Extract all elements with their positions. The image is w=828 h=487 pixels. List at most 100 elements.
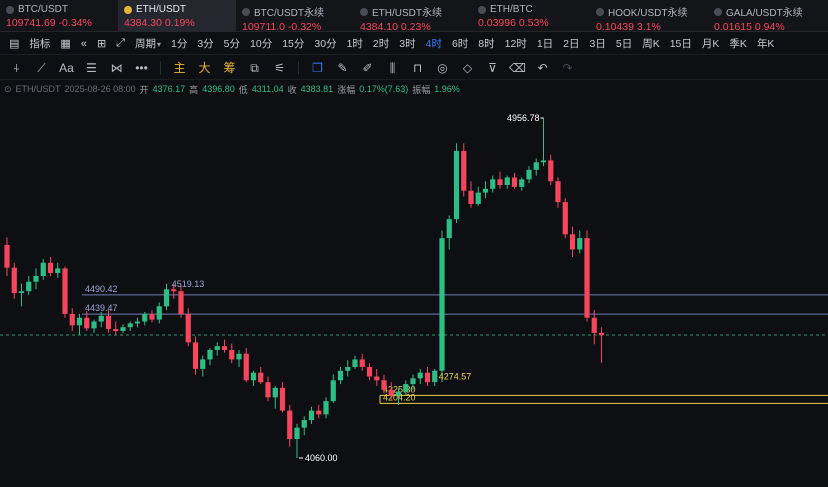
pencil-icon[interactable]: ✎ [330, 58, 355, 78]
compare-icon[interactable]: ⧉ [242, 58, 267, 78]
drawing-toolbar: ⍭ ⟋ Aa ☰ ⋈ ••• 主 大 筹 ⧉ ⚟ ❐ ✎ ✐ ⫼ ⊓ ◎ ◇ ⊽… [0, 56, 828, 80]
text-tool-icon[interactable]: Aa [54, 58, 79, 78]
fib-icon[interactable]: ☰ [79, 58, 104, 78]
interval-1[interactable]: 3分 [192, 35, 218, 53]
interval-12[interactable]: 12时 [500, 35, 532, 53]
amplitude-label: 振幅 [412, 84, 431, 95]
trash-icon[interactable]: ⌫ [505, 58, 530, 78]
interval-6[interactable]: 1时 [342, 35, 368, 53]
chip-distribution-button[interactable]: 筹 [217, 58, 242, 78]
interval-9[interactable]: 4时 [421, 35, 447, 53]
close-value: 4383.81 [300, 84, 334, 94]
interval-19[interactable]: 月K [697, 35, 725, 53]
copy-icon[interactable]: ❐ [305, 58, 330, 78]
main-indicator-button[interactable]: 主 [167, 58, 192, 78]
filter-icon[interactable]: ⊽ [480, 58, 505, 78]
pattern-icon[interactable]: ⋈ [104, 58, 129, 78]
candle-body [323, 401, 329, 415]
ticker-tab[interactable]: ETH/BTC 0.03996 0.53% [472, 0, 590, 32]
ticker-tab[interactable]: ETH/USDT永续 4384.10 0.23% [354, 0, 472, 33]
redo-icon[interactable]: ↷ [555, 58, 580, 78]
candle-body [301, 420, 307, 428]
ticker-change: -0.34% [58, 17, 92, 29]
interval-21[interactable]: 年K [752, 35, 780, 53]
candle-body [113, 329, 119, 331]
favorite-icon[interactable] [714, 7, 722, 16]
interval-14[interactable]: 2日 [558, 35, 584, 53]
low-value: 4311.04 [251, 84, 284, 94]
candle-body [548, 160, 554, 182]
favorite-icon[interactable] [6, 5, 14, 14]
candlestick-chart[interactable]: 4490.424439.474225.304204.204956.784519.… [0, 98, 828, 487]
interval-20[interactable]: 季K [724, 35, 752, 53]
ticker-quote: 109711.0 -0.32% [242, 21, 354, 33]
more-icon[interactable]: ••• [129, 58, 154, 78]
interval-list: 1分 3分 5分 10分 15分 30分 1时 2时 3时 4时 6时 8时 12时 1日 2日 3日 5日 周K… [166, 35, 779, 53]
ticker-quote: 4384.10 0.23% [360, 21, 472, 33]
interval-15[interactable]: 3日 [585, 35, 611, 53]
candle-body [337, 370, 344, 381]
interval-17[interactable]: 周K [637, 35, 665, 53]
eraser-icon[interactable]: ◇ [455, 58, 480, 78]
brush-icon[interactable]: ✐ [355, 58, 380, 78]
favorite-icon[interactable] [124, 5, 132, 14]
calendar-icon[interactable]: ▦ [55, 37, 75, 50]
candle-body [424, 372, 431, 383]
fullscreen-icon[interactable]: ⤢ [111, 37, 130, 50]
period-dropdown[interactable]: 周期▾ [130, 35, 166, 53]
change-label: 涨幅 [337, 84, 356, 95]
favorite-icon[interactable] [242, 7, 250, 16]
undo-icon[interactable]: ↶ [530, 58, 555, 78]
collapse-left-icon[interactable]: « [76, 38, 92, 50]
visibility-icon[interactable]: ⊙ [4, 84, 12, 95]
toolbar-divider [298, 60, 299, 75]
ticker-name: BTC/USDT永续 [242, 4, 354, 19]
ticker-tab[interactable]: HOOK/USDT永续 0.10439 3.1% [590, 0, 708, 33]
candle-style-icon[interactable]: ⫼ [380, 58, 405, 78]
interval-4[interactable]: 15分 [277, 35, 309, 53]
candle-body [18, 291, 25, 294]
interval-16[interactable]: 5日 [611, 35, 637, 53]
candle-body [62, 268, 68, 314]
ticker-name: ETH/USDT永续 [360, 4, 472, 19]
interval-7[interactable]: 2时 [368, 35, 394, 53]
interval-18[interactable]: 15日 [665, 35, 697, 53]
amplitude-value: 1.96% [434, 84, 460, 94]
candle-body [47, 262, 54, 273]
interval-0[interactable]: 1分 [166, 35, 192, 53]
ticker-tab[interactable]: GALA/USDT永续 0.01615 0.94% [708, 0, 826, 33]
interval-2[interactable]: 5分 [219, 35, 245, 53]
ticker-tab[interactable]: ETH/USDT 4384.30 0.19% [118, 0, 236, 32]
favorite-icon[interactable] [478, 5, 486, 14]
interval-5[interactable]: 30分 [309, 35, 341, 53]
vertical-line-icon[interactable]: ⍭ [4, 58, 29, 78]
candle-body [207, 349, 213, 360]
candle-body [395, 391, 402, 396]
indicator-button[interactable]: 指标 [24, 35, 55, 53]
ticker-price: 0.03996 [478, 17, 516, 29]
lock-icon[interactable]: ⊓ [405, 58, 430, 78]
candle-body [236, 353, 242, 360]
candle-body [446, 219, 452, 239]
ticker-change: -0.32% [287, 21, 322, 33]
interval-10[interactable]: 6时 [447, 35, 473, 53]
favorite-icon[interactable] [360, 7, 368, 16]
favorite-icon[interactable] [596, 7, 604, 16]
interval-11[interactable]: 8时 [473, 35, 499, 53]
layout-icon[interactable]: ▤ [4, 37, 24, 50]
ticker-price: 109711.0 [242, 21, 286, 33]
big-order-button[interactable]: 大 [192, 58, 217, 78]
interval-13[interactable]: 1日 [532, 35, 558, 53]
settings-tool-icon[interactable]: ⚟ [267, 58, 292, 78]
magnet-icon[interactable]: ◎ [430, 58, 455, 78]
ticker-symbol: ETH/USDT [136, 4, 186, 15]
ticker-tab[interactable]: BTC/USDT永续 109711.0 -0.32% [236, 0, 354, 33]
grid-icon[interactable]: ⊞ [92, 37, 111, 50]
candle-body [11, 267, 17, 294]
candle-body [417, 372, 423, 379]
trend-line-icon[interactable]: ⟋ [29, 58, 54, 78]
interval-3[interactable]: 10分 [245, 35, 277, 53]
interval-8[interactable]: 3时 [394, 35, 420, 53]
ticker-tab[interactable]: BTC/USDT 109741.69 -0.34% [0, 0, 118, 32]
candle-body [149, 313, 155, 320]
